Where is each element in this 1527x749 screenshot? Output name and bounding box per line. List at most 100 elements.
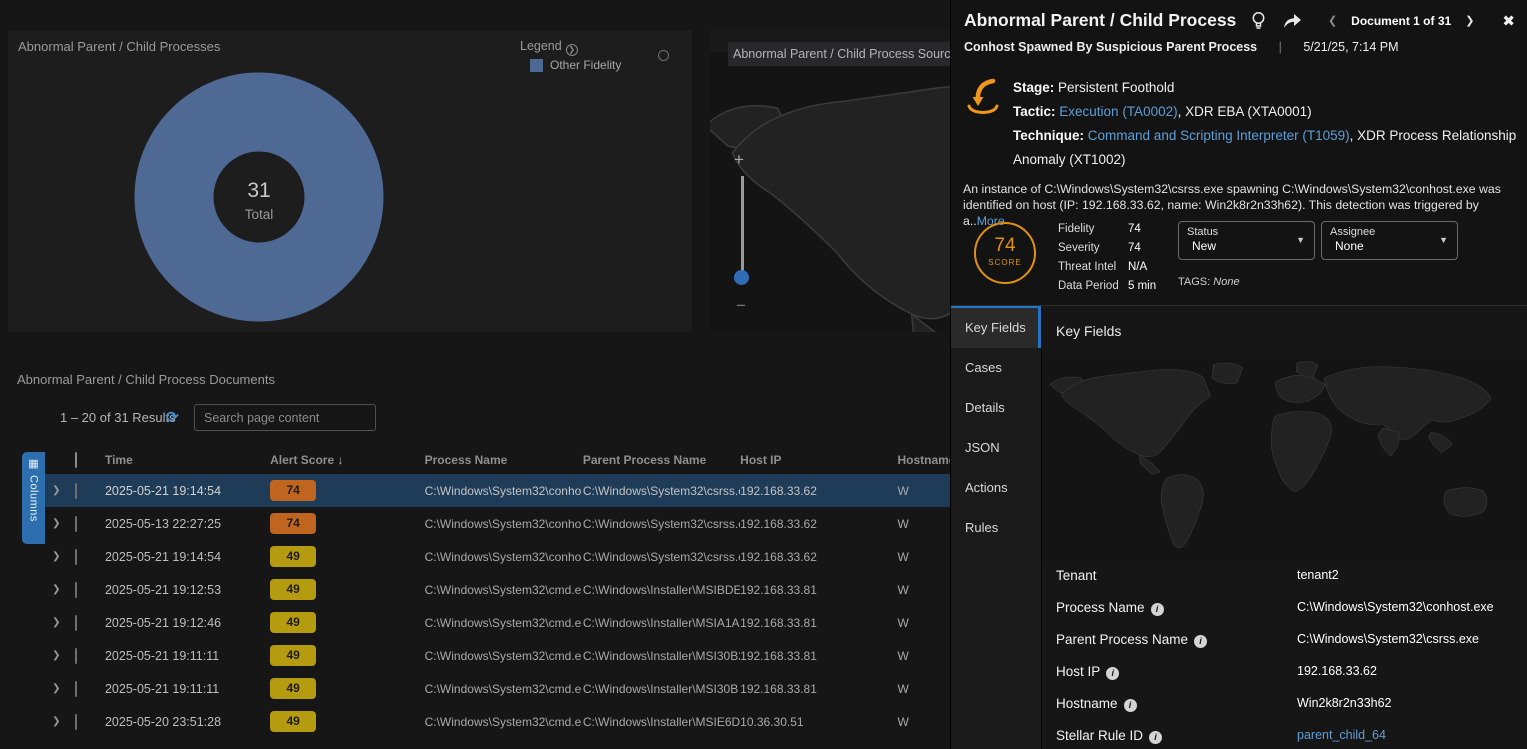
tab-cases[interactable]: Cases	[951, 348, 1041, 388]
table-row[interactable]: ❯ 2025-05-21 19:11:11 49 C:\Windows\Syst…	[45, 639, 960, 672]
row-checkbox[interactable]	[75, 582, 77, 598]
sort-desc-icon: ↓	[338, 453, 344, 467]
assignee-dropdown[interactable]: Assignee None ▼	[1321, 221, 1458, 260]
key-field-row: Parent Process Namei C:\Windows\System32…	[1056, 630, 1521, 649]
stage-tactic-technique: Stage: Persistent Foothold Tactic: Execu…	[1013, 76, 1525, 172]
map-zoom-in-button[interactable]: +	[734, 150, 744, 170]
columns-button[interactable]: ▦ Columns	[22, 452, 45, 544]
status-dropdown[interactable]: Status New ▼	[1178, 221, 1315, 260]
results-count: 1 – 20 of 31 Results	[60, 410, 176, 425]
col-header-parent-process-name[interactable]: Parent Process Name	[583, 453, 740, 467]
key-field-value: Win2k8r2n33h62	[1297, 694, 1392, 713]
select-all-checkbox[interactable]	[75, 452, 77, 468]
key-field-label: Process Namei	[1056, 598, 1297, 617]
columns-grid-icon: ▦	[28, 458, 38, 470]
chart-panel-title: Abnormal Parent / Child Processes	[18, 39, 220, 54]
documents-section-title: Abnormal Parent / Child Process Document…	[17, 372, 275, 387]
key-field-value: C:\Windows\System32\csrss.exe	[1297, 630, 1479, 649]
technique-link[interactable]: Command and Scripting Interpreter (T1059…	[1088, 128, 1350, 143]
row-checkbox[interactable]	[75, 516, 77, 532]
search-input[interactable]	[195, 411, 369, 425]
tab-details[interactable]: Details	[951, 388, 1041, 428]
row-checkbox[interactable]	[75, 549, 77, 565]
technique-line: Technique: Command and Scripting Interpr…	[1013, 124, 1525, 172]
key-field-row: Stellar Rule IDi parent_child_64	[1056, 726, 1521, 745]
key-field-label: Tenant	[1056, 566, 1297, 585]
row-checkbox[interactable]	[75, 681, 77, 697]
table-row[interactable]: ❯ 2025-05-21 19:14:54 49 C:\Windows\Syst…	[45, 540, 960, 573]
row-expand-icon[interactable]: ❯	[45, 485, 68, 496]
lightbulb-icon[interactable]	[1250, 11, 1267, 31]
key-field-value: C:\Windows\System32\conhost.exe	[1297, 598, 1494, 617]
key-fields-list: Tenant tenant2 Process Namei C:\Windows\…	[1056, 566, 1521, 749]
donut-svg: 31 Total	[134, 72, 384, 322]
tab-rules[interactable]: Rules	[951, 508, 1041, 548]
col-header-host-ip[interactable]: Host IP	[740, 453, 897, 467]
fidelity-donut-chart[interactable]: 31 Total	[134, 72, 384, 322]
map-zoom-out-button[interactable]: −	[736, 296, 746, 316]
stellar-rule-id-link[interactable]: parent_child_64	[1297, 726, 1386, 745]
key-fields-content: Key Fields	[1041, 306, 1527, 749]
legend-item-other-fidelity[interactable]: Other Fidelity	[530, 58, 621, 72]
info-icon[interactable]: i	[1124, 699, 1137, 712]
stage-line: Stage: Persistent Foothold	[1013, 76, 1525, 100]
tab-actions[interactable]: Actions	[951, 468, 1041, 508]
key-field-value: 192.168.33.62	[1297, 662, 1377, 681]
share-icon[interactable]	[1281, 12, 1303, 30]
alert-detail-panel: Abnormal Parent / Child Process ❮ Docume…	[950, 0, 1527, 749]
info-icon[interactable]: i	[1106, 667, 1119, 680]
key-field-row: Process Namei C:\Windows\System32\conhos…	[1056, 598, 1521, 617]
tab-key-fields[interactable]: Key Fields	[951, 308, 1041, 348]
score-label: SCORE	[976, 258, 1034, 267]
row-checkbox[interactable]	[75, 483, 77, 499]
tactic-link[interactable]: Execution (TA0002)	[1059, 104, 1177, 119]
table-row[interactable]: ❯ 2025-05-21 19:11:11 49 C:\Windows\Syst…	[45, 672, 960, 705]
detail-subtitle-row: Conhost Spawned By Suspicious Parent Pro…	[964, 40, 1399, 54]
refresh-icon[interactable]: ⟳	[166, 408, 179, 426]
table-row[interactable]: ❯ 2025-05-21 19:12:53 49 C:\Windows\Syst…	[45, 573, 960, 606]
col-header-time[interactable]: Time	[100, 453, 265, 467]
map-zoom-slider-knob[interactable]	[734, 270, 749, 285]
col-header-alert-score[interactable]: Alert Score ↓	[265, 453, 424, 467]
alert-score-badge: 74	[270, 513, 316, 534]
table-header-row: Time Alert Score ↓ Process Name Parent P…	[45, 446, 960, 474]
panel-menu-icon[interactable]	[658, 50, 669, 61]
prev-document-icon[interactable]: ❮	[1328, 14, 1337, 27]
table-row[interactable]: ❯ 2025-05-21 19:14:54 74 C:\Windows\Syst…	[45, 474, 960, 507]
next-document-icon[interactable]: ❯	[1465, 14, 1474, 27]
alert-score-badge: 49	[270, 546, 316, 567]
info-icon[interactable]: i	[1151, 603, 1164, 616]
map-zoom-slider-track[interactable]	[741, 176, 744, 272]
tactic-line: Tactic: Execution (TA0002), XDR EBA (XTA…	[1013, 100, 1525, 124]
alert-score-badge: 74	[270, 480, 316, 501]
row-expand-icon[interactable]: ❯	[45, 518, 68, 529]
alert-score-badge: 49	[270, 711, 316, 732]
row-checkbox[interactable]	[75, 714, 77, 730]
key-fields-world-map[interactable]	[1042, 354, 1527, 561]
table-row[interactable]: ❯ 2025-05-13 22:27:25 74 C:\Windows\Syst…	[45, 507, 960, 540]
info-icon[interactable]: i	[1149, 731, 1162, 744]
table-row[interactable]: ❯ 2025-05-21 19:12:46 49 C:\Windows\Syst…	[45, 606, 960, 639]
document-pagination: ❮ Document 1 of 31 ❯	[1328, 14, 1474, 28]
row-expand-icon[interactable]: ❯	[45, 683, 68, 694]
row-checkbox[interactable]	[75, 615, 77, 631]
document-counter: Document 1 of 31	[1351, 14, 1451, 28]
legend-collapse-icon[interactable]: ❯	[566, 44, 578, 56]
donut-chart-panel: Abnormal Parent / Child Processes Legend…	[8, 30, 692, 332]
close-icon[interactable]: ✖	[1502, 12, 1515, 30]
row-expand-icon[interactable]: ❯	[45, 716, 68, 727]
row-expand-icon[interactable]: ❯	[45, 551, 68, 562]
row-expand-icon[interactable]: ❯	[45, 617, 68, 628]
table-row[interactable]: ❯ 2025-05-20 23:51:28 49 C:\Windows\Syst…	[45, 705, 960, 738]
info-icon[interactable]: i	[1194, 635, 1207, 648]
row-expand-icon[interactable]: ❯	[45, 650, 68, 661]
legend-header: Legend❯	[520, 39, 578, 56]
col-header-process-name[interactable]: Process Name	[425, 453, 583, 467]
row-checkbox[interactable]	[75, 648, 77, 664]
chevron-down-icon: ▼	[1439, 235, 1448, 245]
legend-swatch	[530, 59, 543, 72]
tab-json[interactable]: JSON	[951, 428, 1041, 468]
row-expand-icon[interactable]: ❯	[45, 584, 68, 595]
tags-row: TAGS: None	[1178, 276, 1240, 288]
detail-tab-strip: Key Fields Cases Details JSON Actions Ru…	[951, 306, 1041, 749]
